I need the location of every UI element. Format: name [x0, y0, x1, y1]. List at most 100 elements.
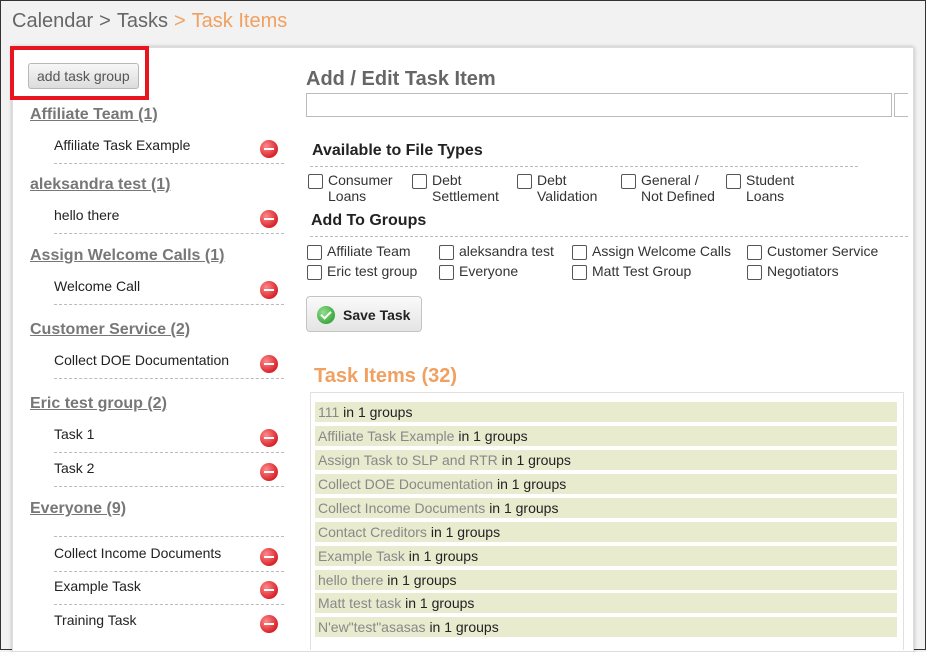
task-link[interactable]: Example Task: [54, 578, 141, 594]
checkbox-box[interactable]: [307, 245, 322, 260]
checkbox-label: Negotiators: [767, 263, 839, 279]
breadcrumb-calendar[interactable]: Calendar: [12, 10, 93, 32]
task-item-link[interactable]: Contact Creditors: [318, 524, 427, 540]
task-link[interactable]: Task 2: [54, 460, 94, 476]
checkbox-box[interactable]: [621, 174, 636, 189]
group-title-everyone[interactable]: Everyone (9): [30, 500, 126, 518]
list-item: Training Task: [54, 604, 284, 638]
task-item-count: in 1 groups: [430, 524, 501, 540]
group-checkbox-everyone[interactable]: Everyone: [437, 263, 518, 280]
task-link[interactable]: Collect DOE Documentation: [54, 352, 229, 368]
checkbox-label: Student Loans: [746, 172, 795, 204]
checkbox-box[interactable]: [726, 174, 741, 189]
remove-icon[interactable]: [260, 140, 278, 158]
checkbox-box[interactable]: [308, 174, 323, 189]
task-items-title: Task Items (32): [314, 365, 458, 387]
checkbox-label: Everyone: [459, 263, 519, 279]
checkbox-box[interactable]: [747, 245, 762, 260]
file-type-general-checkbox[interactable]: General / Not Defined: [619, 172, 715, 204]
breadcrumb-separator: >: [173, 10, 186, 32]
checkbox-box[interactable]: [439, 265, 454, 280]
task-item-count: in 1 groups: [496, 476, 567, 492]
list-item: Collect DOE Documentation: [54, 344, 284, 379]
group-checkbox-affiliate-team[interactable]: Affiliate Team: [305, 243, 411, 260]
checkbox-label: Customer Service: [767, 243, 879, 259]
remove-icon[interactable]: [260, 548, 278, 566]
divider: [310, 236, 908, 237]
checkbox-box[interactable]: [572, 245, 587, 260]
task-item-link[interactable]: hello there: [318, 572, 383, 588]
task-item-count: in 1 groups: [405, 595, 475, 611]
task-item-link[interactable]: Example Task: [318, 548, 405, 564]
list-item: Example Task: [54, 570, 284, 605]
group-title-customer-service[interactable]: Customer Service (2): [30, 321, 190, 339]
save-task-button[interactable]: Save Task: [306, 296, 422, 332]
remove-icon[interactable]: [260, 429, 278, 447]
group-checkbox-assign-welcome-calls[interactable]: Assign Welcome Calls: [570, 243, 731, 260]
checkbox-label: Debt Validation: [537, 172, 598, 204]
list-item: Collect DOE Documentation in 1 groups: [315, 474, 897, 494]
remove-icon[interactable]: [260, 463, 278, 481]
remove-icon[interactable]: [260, 615, 278, 633]
group-checkbox-matt-test-group[interactable]: Matt Test Group: [570, 263, 691, 280]
checkbox-box[interactable]: [412, 174, 427, 189]
task-item-link[interactable]: Collect Income Documents: [318, 500, 485, 516]
checkbox-label: Assign Welcome Calls: [592, 243, 732, 259]
file-type-debt-settlement-checkbox[interactable]: Debt Settlement: [410, 172, 499, 204]
checkbox-label: Matt Test Group: [592, 263, 692, 279]
file-type-consumer-loans-checkbox[interactable]: Consumer Loans: [306, 172, 393, 204]
file-type-student-loans-checkbox[interactable]: Student Loans: [724, 172, 794, 204]
file-types-title: Available to File Types: [312, 142, 483, 159]
task-link[interactable]: Task 1: [54, 426, 94, 442]
group-title-assign-welcome-calls[interactable]: Assign Welcome Calls (1): [30, 247, 224, 265]
list-item: N'ew"test"asasas in 1 groups: [315, 617, 897, 637]
task-item-count: in 1 groups: [501, 452, 571, 468]
group-title-aleksandra-test[interactable]: aleksandra test (1): [30, 176, 171, 194]
breadcrumb-separator: >: [99, 10, 111, 32]
group-checkbox-negotiators[interactable]: Negotiators: [745, 263, 839, 280]
task-link[interactable]: Training Task: [54, 612, 136, 628]
group-title-affiliate-team[interactable]: Affiliate Team (1): [30, 106, 158, 124]
list-item: Matt test task in 1 groups: [315, 593, 897, 613]
checkbox-label: Affiliate Team: [327, 243, 411, 259]
task-item-link[interactable]: Matt test task: [318, 595, 401, 611]
group-checkbox-eric-test-group[interactable]: Eric test group: [305, 263, 417, 280]
divider: [310, 166, 858, 167]
remove-icon[interactable]: [260, 581, 278, 599]
add-task-group-button[interactable]: add task group: [28, 63, 139, 89]
task-link[interactable]: Welcome Call: [54, 278, 140, 294]
checkbox-box[interactable]: [517, 174, 532, 189]
list-item: Contact Creditors in 1 groups: [315, 522, 897, 542]
group-title-eric-test-group[interactable]: Eric test group (2): [30, 395, 167, 413]
task-item-count: in 1 groups: [429, 619, 499, 635]
task-item-link[interactable]: Assign Task to SLP and RTR: [318, 452, 498, 468]
task-link[interactable]: Collect Income Documents: [54, 545, 221, 561]
group-checkbox-aleksandra-test[interactable]: aleksandra test: [437, 243, 554, 260]
checkbox-box[interactable]: [307, 265, 322, 280]
remove-icon[interactable]: [260, 355, 278, 373]
list-item: Task 2: [54, 452, 284, 487]
breadcrumb: Calendar > Tasks > Task Items: [12, 10, 287, 33]
list-item: Task 1: [54, 418, 284, 453]
breadcrumb-task-items: Task Items: [191, 10, 288, 32]
checkbox-box[interactable]: [747, 265, 762, 280]
list-item: Affiliate Task Example: [54, 129, 284, 164]
task-items-list: 111 in 1 groups Affiliate Task Example i…: [310, 392, 904, 650]
task-item-link[interactable]: Affiliate Task Example: [318, 428, 454, 444]
task-item-link[interactable]: N'ew"test"asasas: [318, 619, 426, 635]
task-item-link[interactable]: 111: [318, 404, 339, 420]
task-item-link[interactable]: Collect DOE Documentation: [318, 476, 493, 492]
task-name-input[interactable]: [306, 93, 892, 117]
task-item-count: in 1 groups: [408, 548, 479, 564]
save-task-label: Save Task: [343, 307, 411, 323]
list-item: hello there: [54, 199, 284, 234]
file-type-debt-validation-checkbox[interactable]: Debt Validation: [515, 172, 597, 204]
task-link[interactable]: hello there: [54, 207, 119, 223]
breadcrumb-tasks[interactable]: Tasks: [117, 10, 168, 32]
remove-icon[interactable]: [260, 281, 278, 299]
group-checkbox-customer-service[interactable]: Customer Service: [745, 243, 878, 260]
checkbox-box[interactable]: [572, 265, 587, 280]
checkbox-box[interactable]: [439, 245, 454, 260]
task-link[interactable]: Affiliate Task Example: [54, 137, 190, 153]
remove-icon[interactable]: [260, 210, 278, 228]
